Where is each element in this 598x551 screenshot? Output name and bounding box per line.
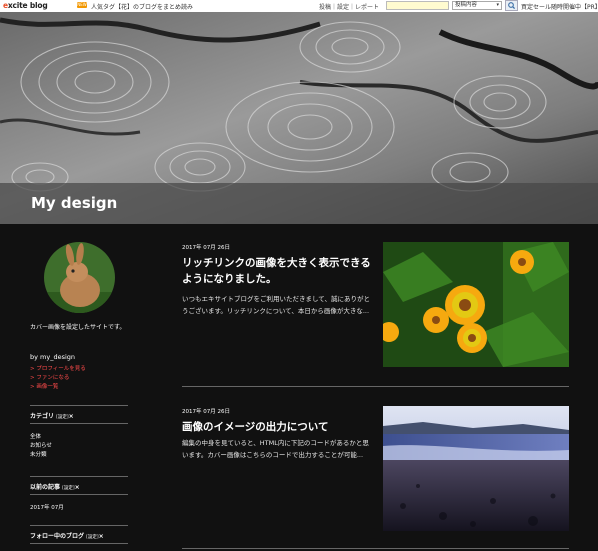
search-input[interactable] xyxy=(386,1,449,10)
avatar[interactable] xyxy=(44,242,115,313)
author-byline: by my_design xyxy=(30,353,76,361)
profile-link[interactable]: > プロフィールを見る xyxy=(30,364,86,372)
divider xyxy=(30,405,128,406)
ad-link[interactable]: 買定セール随時開催中【PR】 xyxy=(521,2,598,11)
category-settings-link[interactable]: [設定] xyxy=(56,415,69,420)
category-item[interactable]: お知らせ xyxy=(30,441,52,449)
divider xyxy=(30,543,128,544)
divider xyxy=(30,494,128,495)
post-divider xyxy=(182,386,569,387)
category-item[interactable]: 全体 xyxy=(30,432,41,440)
post-date: 2017年 07月 26日 xyxy=(182,409,230,415)
archive-item[interactable]: 2017年 07月 xyxy=(30,503,64,511)
search-scope-select[interactable]: 投稿内容 ▾ xyxy=(452,1,502,10)
fan-link[interactable]: > ファンになる xyxy=(30,373,69,381)
following-heading: フォロー中のブログ [設定]× xyxy=(30,533,104,540)
blog-description: カバー画像を設定したサイトです。 xyxy=(30,324,126,331)
category-item[interactable]: 未分類 xyxy=(30,450,47,458)
archive-heading: 以前の記事 [設定]× xyxy=(30,484,80,491)
blog-title-bar: My design xyxy=(0,183,598,224)
archive-settings-link[interactable]: [設定] xyxy=(62,486,75,491)
post-excerpt: 編集の中身を見ていると、HTML内に下記のコードがあるかと思います。カバー画像は… xyxy=(182,439,369,459)
post-title[interactable]: 画像のイメージの出力について xyxy=(182,419,372,435)
post-thumbnail[interactable] xyxy=(383,242,569,367)
excite-topbar: excite blog NEW 人気タグ【花】のブログをまとめ読み 投稿｜設定｜… xyxy=(0,0,598,12)
post-title[interactable]: リッチリンクの画像を大きく表示できるようになりました。 xyxy=(182,255,372,287)
images-link[interactable]: > 画像一覧 xyxy=(30,382,58,390)
chevron-down-icon: ▾ xyxy=(496,2,499,8)
category-heading: カテゴリ [設定]× xyxy=(30,413,74,420)
post-divider xyxy=(182,548,569,549)
post-excerpt: いつもエキサイトブログをご利用いただきまして、誠にありがとうございます。リッチリ… xyxy=(182,295,370,315)
post-date: 2017年 07月 26日 xyxy=(182,245,230,251)
new-badge: NEW xyxy=(77,2,87,8)
search-button[interactable] xyxy=(505,0,518,11)
topbar-links[interactable]: 投稿｜設定｜レポート xyxy=(319,2,379,11)
blog-title[interactable]: My design xyxy=(31,194,117,212)
excite-blog-logo[interactable]: excite blog xyxy=(3,1,48,10)
following-settings-link[interactable]: [設定] xyxy=(86,535,99,540)
divider xyxy=(30,476,128,477)
divider xyxy=(30,525,128,526)
post-thumbnail[interactable] xyxy=(383,406,569,531)
divider xyxy=(30,423,128,424)
popular-tag-link[interactable]: 人気タグ【花】のブログをまとめ読み xyxy=(91,2,193,11)
search-icon xyxy=(508,2,516,10)
